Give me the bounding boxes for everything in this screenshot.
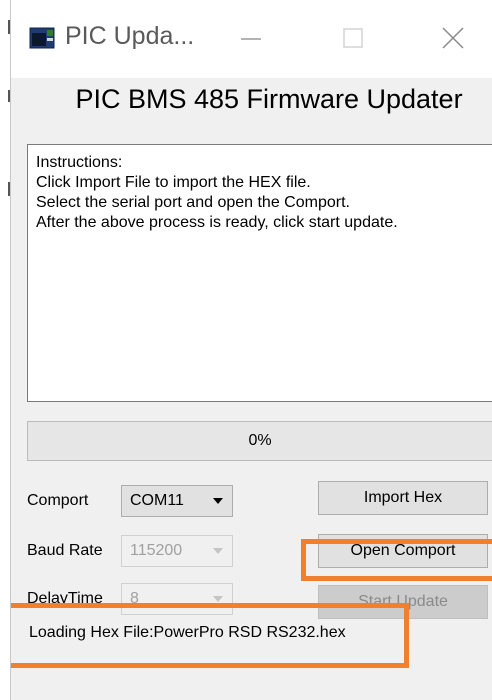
close-icon[interactable] [439,24,467,52]
instruction-line: Instructions: [36,154,123,171]
page-title: PIC BMS 485 Firmware Updater [75,84,463,114]
chevron-down-icon [213,498,223,504]
app-window-icon [29,27,55,49]
instruction-line: After the above process is ready, click … [36,214,398,231]
instructions-textbox[interactable]: Instructions: Click Import File to impor… [27,144,492,402]
progress-bar: 0% [27,421,492,461]
chevron-down-icon [213,548,223,554]
open-comport-highlight [301,539,492,581]
comport-value: COM11 [130,492,184,509]
comport-select[interactable]: COM11 [121,485,233,517]
title-bar[interactable]: PIC Upda... [11,0,492,78]
maximize-icon[interactable] [339,24,367,52]
background-edge [0,0,10,700]
window-title: PIC Upda... [65,22,195,50]
chevron-down-icon [213,596,223,602]
baud-rate-value: 115200 [130,542,183,559]
instruction-line: Click Import File to import the HEX file… [36,174,311,191]
comport-label: Comport [27,492,89,509]
instruction-line: Select the serial port and open the Comp… [36,194,350,211]
minimize-icon[interactable] [237,24,265,52]
import-hex-button[interactable]: Import Hex [318,481,488,515]
updater-window: PIC Upda... PIC BMS 485 Firmware Updater… [10,0,492,700]
baud-rate-label: Baud Rate [27,542,103,559]
baud-rate-select[interactable]: 115200 [121,535,233,567]
progress-label: 0% [248,432,272,449]
status-highlight [11,603,409,668]
